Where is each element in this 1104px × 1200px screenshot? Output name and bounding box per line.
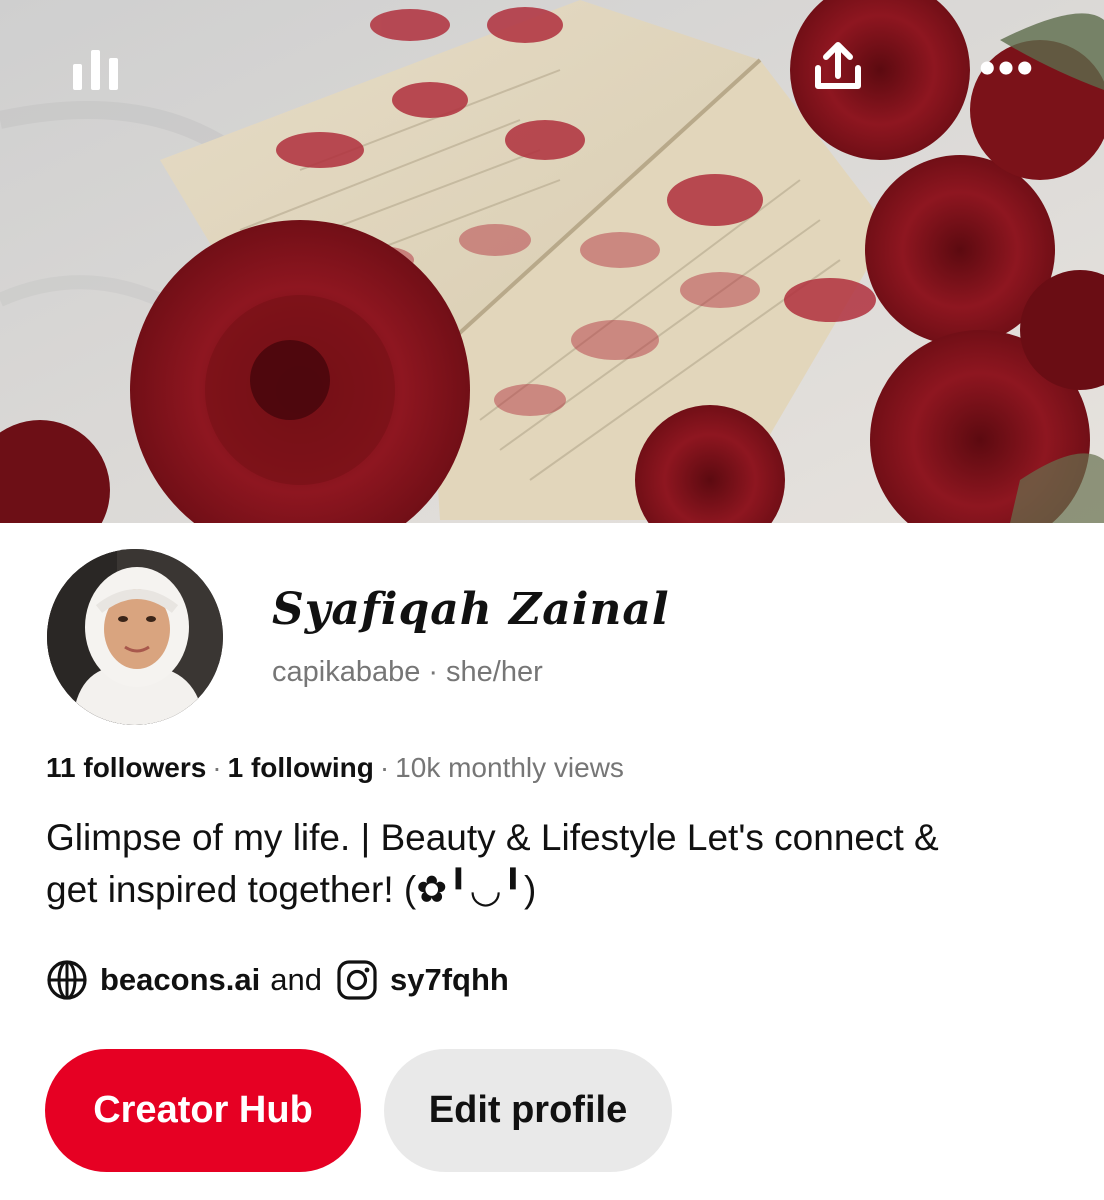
links-joiner: and [270,962,322,997]
following-count[interactable]: 1 following [228,752,374,783]
stats-separator: · [379,752,390,783]
website-link[interactable]: beacons.ai [100,962,260,998]
instagram-link[interactable]: sy7fqhh [390,962,509,998]
profile-bio: Glimpse of my life. | Beauty & Lifestyle… [46,817,939,910]
followers-count[interactable]: 11 followers [46,752,206,783]
profile-stats: 11 followers · 1 following · 10k monthly vie… [46,752,624,784]
handle-line: capikababe · she/her [272,656,543,689]
cover-image[interactable] [0,0,1104,523]
pronouns: she/her [446,656,543,688]
cover-artwork [0,0,1104,523]
creator-hub-button[interactable]: Creator Hub [45,1049,361,1172]
share-icon[interactable] [808,38,868,98]
monthly-views: 10k monthly views [395,752,624,783]
username: capikababe [272,656,421,688]
instagram-icon [337,960,377,1000]
profile-links: beacons.ai and sy7fqhh [46,958,509,1002]
globe-icon [47,960,87,1000]
display-name: Syafiqah Zainal [272,584,670,635]
avatar-portrait [47,549,223,725]
stats-icon[interactable] [66,38,126,98]
more-icon[interactable] [976,38,1036,98]
separator-dot: · [428,656,439,688]
stats-separator: · [212,752,222,783]
edit-profile-button[interactable]: Edit profile [384,1049,672,1172]
avatar[interactable] [47,549,223,725]
